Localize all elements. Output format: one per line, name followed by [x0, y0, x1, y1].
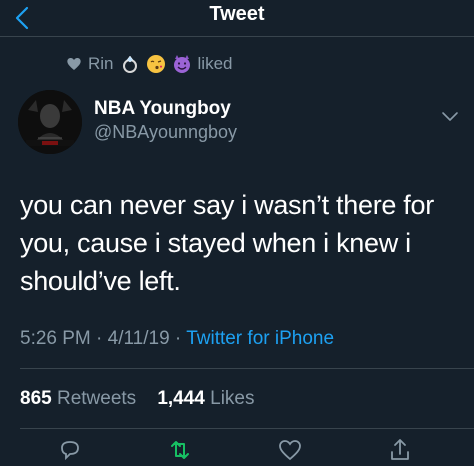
page-title: Tweet	[209, 3, 265, 25]
divider	[20, 368, 474, 369]
tweet-text: you can never say i wasn’t there for you…	[20, 186, 460, 300]
action-bar	[0, 436, 474, 466]
avatar[interactable]	[18, 90, 82, 154]
tweet-stats: 865 Retweets 1,444 Likes	[20, 388, 255, 410]
avatar-image	[18, 90, 82, 154]
author-handle[interactable]: @NBAyounngboy	[94, 122, 237, 143]
liker-name: Rin	[88, 54, 114, 73]
likes-label: Likes	[210, 388, 255, 409]
social-context[interactable]: Rin liked	[66, 52, 232, 76]
retweet-icon	[171, 441, 189, 459]
ring-emoji	[120, 54, 140, 74]
share-button[interactable]	[385, 436, 415, 466]
nav-bar: Tweet	[0, 0, 474, 37]
author-display-name[interactable]: NBA Youngboy	[94, 98, 231, 120]
retweets-label: Retweets	[56, 388, 137, 409]
heart-outline-icon	[279, 440, 301, 461]
tweet-date: 4/11/19	[107, 328, 170, 349]
tweet-meta: 5:26 PM · 4/11/19 · Twitter for iPhone	[20, 328, 334, 350]
tweet-line: should’ve left.	[20, 266, 181, 296]
like-button[interactable]	[275, 436, 305, 466]
likes-stat[interactable]: 1,444 Likes	[157, 388, 254, 409]
heart-icon	[67, 58, 81, 70]
kissing-face-emoji	[146, 54, 166, 74]
divider	[20, 428, 474, 429]
more-options-button[interactable]	[440, 110, 460, 124]
meta-separator: ·	[90, 328, 108, 349]
share-icon	[391, 439, 409, 460]
chevron-down-icon	[442, 112, 458, 121]
liked-label: liked	[197, 54, 233, 73]
reply-button[interactable]	[55, 436, 85, 466]
tweet-source-link[interactable]: Twitter for iPhone	[186, 328, 334, 349]
retweet-count: 865	[20, 388, 52, 409]
tweet-line: you can never say i wasn’t there for	[20, 190, 434, 220]
tweet-line: you, cause i stayed when i knew i	[20, 228, 411, 258]
like-count: 1,444	[157, 388, 205, 409]
tweet-time: 5:26 PM	[20, 328, 91, 349]
meta-separator: ·	[169, 328, 187, 349]
reply-icon	[61, 441, 79, 461]
retweet-button[interactable]	[165, 436, 195, 466]
retweets-stat[interactable]: 865 Retweets	[20, 388, 136, 409]
smiling-imp-emoji	[172, 54, 192, 74]
